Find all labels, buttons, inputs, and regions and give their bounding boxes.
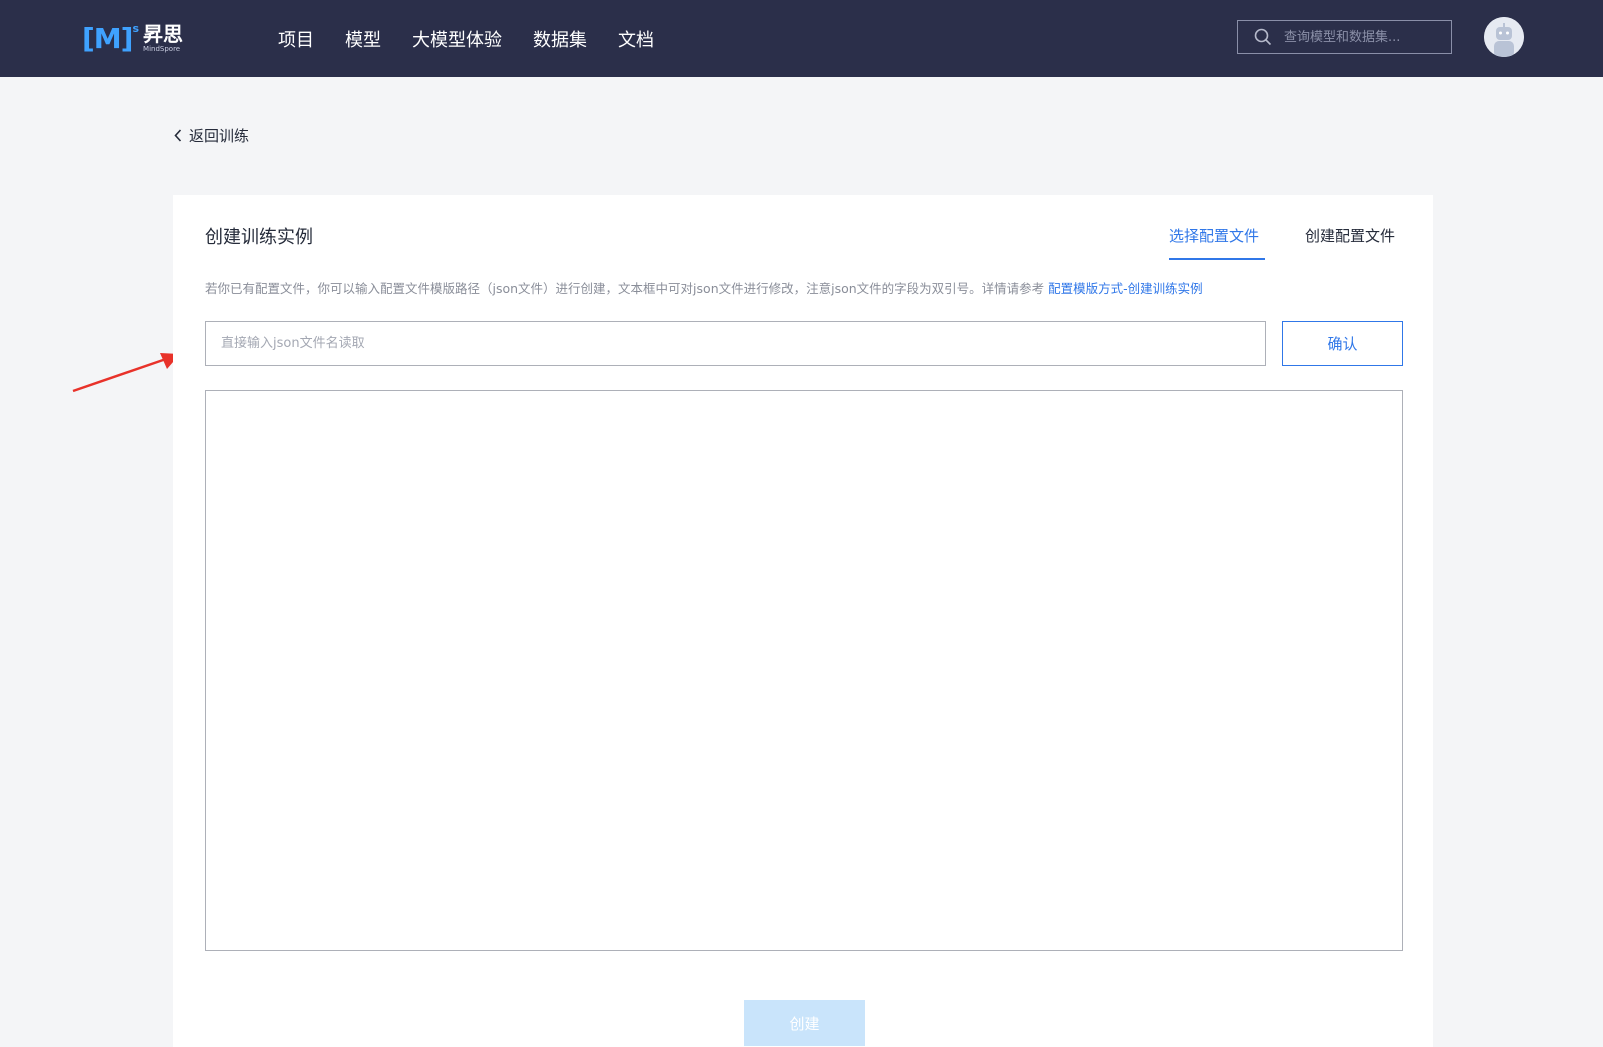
chevron-left-icon [174, 129, 182, 142]
tab-select-config-file[interactable]: 选择配置文件 [1169, 225, 1259, 246]
logo-mark: [M] [82, 21, 133, 55]
tab-create-config-file[interactable]: 创建配置文件 [1305, 225, 1395, 246]
page-title: 创建训练实例 [205, 227, 313, 248]
create-button[interactable]: 创建 [744, 1000, 865, 1046]
instruction-body: 若你已有配置文件，你可以输入配置文件模版路径（json文件）进行创建，文本框中可… [205, 281, 1045, 296]
nav-item-datasets[interactable]: 数据集 [533, 26, 587, 52]
search-box[interactable] [1237, 20, 1452, 54]
search-input[interactable] [1282, 28, 1436, 46]
confirm-button[interactable]: 确认 [1282, 321, 1403, 366]
logo-chinese-name: 昇思 [143, 21, 184, 46]
create-training-instance-card: 创建训练实例 选择配置文件 创建配置文件 若你已有配置文件，你可以输入配置文件模… [173, 195, 1433, 1047]
json-file-path-input[interactable] [205, 321, 1266, 366]
nav-item-models[interactable]: 模型 [345, 26, 381, 52]
instruction-text: 若你已有配置文件，你可以输入配置文件模版路径（json文件）进行创建，文本框中可… [205, 278, 1203, 297]
mindspore-logo[interactable]: [M] s 昇思 MindSpore [82, 20, 183, 56]
search-icon [1254, 28, 1272, 46]
user-avatar[interactable] [1484, 17, 1524, 57]
logo-english-name: MindSpore [143, 44, 181, 53]
config-template-doc-link[interactable]: 配置模版方式-创建训练实例 [1048, 281, 1203, 296]
top-navigation-bar: [M] s 昇思 MindSpore 项目 模型 大模型体验 数据集 文档 [0, 0, 1603, 77]
main-nav: 项目 模型 大模型体验 数据集 文档 [278, 0, 685, 77]
json-editor-textarea[interactable] [205, 390, 1403, 951]
annotation-arrow-icon [72, 353, 180, 393]
logo-text: 昇思 MindSpore [143, 24, 183, 53]
back-to-training-link[interactable]: 返回训练 [174, 125, 249, 146]
logo-superscript: s [132, 21, 140, 35]
nav-item-docs[interactable]: 文档 [618, 26, 654, 52]
back-label: 返回训练 [189, 127, 250, 145]
nav-item-llm-experience[interactable]: 大模型体验 [412, 26, 502, 52]
robot-avatar-icon [1484, 17, 1524, 57]
active-tab-indicator [1169, 258, 1265, 260]
nav-item-projects[interactable]: 项目 [278, 26, 314, 52]
